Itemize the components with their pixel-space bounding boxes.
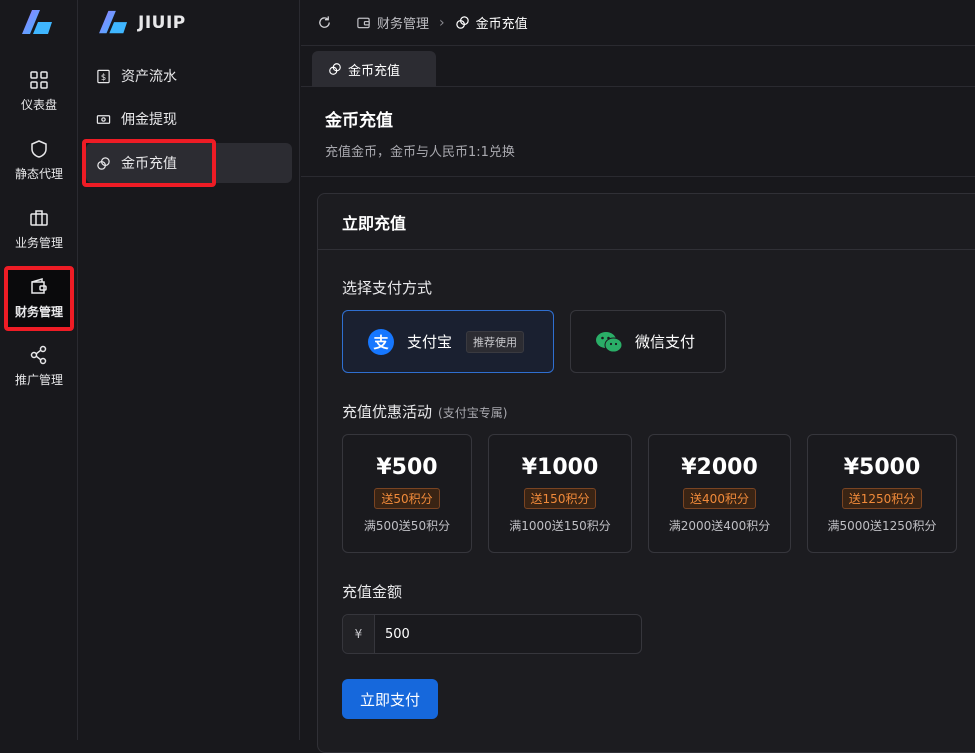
- page-title: 金币充值: [325, 111, 393, 131]
- page-description: 充值金币，金币与人民币1:1兑换: [325, 145, 515, 160]
- brand-name: JIUIP: [138, 13, 186, 33]
- icon-rail: 仪表盘 静态代理 业务管理 财务管理 推广管理: [0, 0, 78, 740]
- sidebar-item-label: 金币充值: [121, 156, 177, 172]
- logo-icon: [99, 10, 128, 34]
- breadcrumb-current-label: 金币充值: [475, 17, 528, 32]
- rail-item-static-proxy[interactable]: 静态代理: [4, 129, 74, 191]
- promo-option-1000[interactable]: ¥1000 送150积分 满1000送150积分: [488, 434, 632, 553]
- promo-description: 满1000送150积分: [509, 519, 611, 533]
- rail-item-dashboard[interactable]: 仪表盘: [4, 60, 74, 122]
- promo-label-text: 充值优惠活动: [342, 403, 433, 421]
- promo-option-2000[interactable]: ¥2000 送400积分 满2000送400积分: [648, 434, 791, 553]
- svg-text:$: $: [101, 71, 106, 81]
- promo-amount: ¥1000: [521, 455, 599, 480]
- dollar-doc-icon: $: [97, 69, 110, 83]
- promo-description: 满500送50积分: [363, 519, 451, 533]
- coins-icon: [455, 16, 469, 29]
- amount-input[interactable]: [375, 615, 641, 653]
- promo-amount: ¥2000: [681, 455, 758, 480]
- recommend-badge: 推荐使用: [466, 330, 525, 353]
- card-title: 立即充值: [318, 194, 975, 250]
- cash-icon: [96, 114, 111, 124]
- promo-option-5000[interactable]: ¥5000 送1250积分 满5000送1250积分: [807, 434, 957, 553]
- rail-item-finance[interactable]: 财务管理: [4, 266, 74, 331]
- recharge-card: 立即充值 选择支付方式 支 支付宝 推荐使用 微信支付 充值优惠活动 (支付宝专属…: [317, 193, 975, 753]
- rail-item-promotion[interactable]: 推广管理: [4, 335, 74, 397]
- rail-item-label: 仪表盘: [20, 97, 57, 112]
- refresh-icon[interactable]: [317, 15, 332, 30]
- rail-item-label: 财务管理: [14, 305, 63, 319]
- share-icon: [30, 345, 47, 364]
- rail-item-label: 静态代理: [14, 166, 63, 181]
- promo-amount: ¥5000: [843, 455, 921, 480]
- sidebar: JIUIP $ 资产流水 佣金提现 金币充值: [78, 0, 300, 740]
- tab-label: 金币充值: [348, 63, 401, 79]
- promo-description: 满2000送400积分: [668, 519, 771, 533]
- coins-icon: [97, 156, 110, 170]
- promo-amount: ¥500: [376, 455, 438, 480]
- breadcrumb-parent-label: 财务管理: [377, 17, 430, 32]
- page-header: 金币充值 充值金币，金币与人民币1:1兑换: [301, 88, 975, 177]
- sidebar-item-coin-recharge[interactable]: 金币充值: [82, 139, 292, 187]
- shield-icon: [31, 139, 47, 158]
- amount-label: 充值金额: [342, 583, 403, 601]
- topbar: 财务管理 › 金币充值: [301, 0, 975, 46]
- sidebar-item-commission[interactable]: 佣金提现: [86, 99, 292, 139]
- promo-bonus-badge: 送50积分: [374, 488, 440, 509]
- tab-coin-recharge[interactable]: 金币充值: [312, 51, 436, 87]
- breadcrumb-parent[interactable]: 财务管理: [356, 13, 429, 32]
- sidebar-item-asset-flow[interactable]: $ 资产流水: [86, 56, 292, 96]
- rail-item-business[interactable]: 业务管理: [4, 198, 74, 260]
- rail-item-label: 业务管理: [14, 235, 63, 250]
- dashboard-icon: [30, 70, 48, 89]
- payment-option-alipay[interactable]: 支 支付宝 推荐使用: [342, 310, 554, 373]
- payment-name: 微信支付: [635, 333, 696, 351]
- tab-bar: 金币充值: [301, 47, 975, 87]
- promo-bonus-badge: 送150积分: [523, 488, 597, 509]
- logo-icon: [22, 10, 52, 34]
- rail-item-label: 推广管理: [14, 372, 63, 387]
- payment-name: 支付宝: [407, 333, 453, 351]
- promo-bonus-badge: 送400积分: [683, 488, 756, 509]
- breadcrumb-separator: ›: [439, 14, 445, 31]
- payment-method-label: 选择支付方式: [342, 279, 433, 297]
- alipay-icon: 支: [368, 328, 394, 355]
- sidebar-item-label: 资产流水: [121, 69, 177, 85]
- main-content: 财务管理 › 金币充值 金币充值 金币充值 充值金币，金币与人民币1:1兑换 立…: [301, 0, 975, 753]
- promo-label: 充值优惠活动 (支付宝专属): [342, 401, 507, 422]
- breadcrumb-current: 金币充值: [455, 13, 528, 32]
- promo-option-500[interactable]: ¥500 送50积分 满500送50积分: [342, 434, 472, 553]
- wallet-icon: [357, 17, 370, 29]
- promo-description: 满5000送1250积分: [827, 519, 937, 533]
- brand[interactable]: JIUIP: [98, 8, 186, 38]
- promo-label-sub: (支付宝专属): [438, 406, 508, 420]
- pay-now-button[interactable]: 立即支付: [342, 679, 438, 719]
- promo-bonus-badge: 送1250积分: [841, 488, 923, 509]
- currency-prefix: ¥: [343, 615, 375, 653]
- payment-option-wechat[interactable]: 微信支付: [570, 310, 726, 373]
- svg-text:支: 支: [372, 333, 389, 351]
- coins-icon: [329, 63, 341, 75]
- sidebar-item-label: 佣金提现: [121, 112, 177, 128]
- wechat-icon: [596, 331, 623, 352]
- briefcase-icon: [30, 209, 48, 226]
- amount-field: ¥: [342, 614, 642, 654]
- wallet-icon: [31, 277, 47, 294]
